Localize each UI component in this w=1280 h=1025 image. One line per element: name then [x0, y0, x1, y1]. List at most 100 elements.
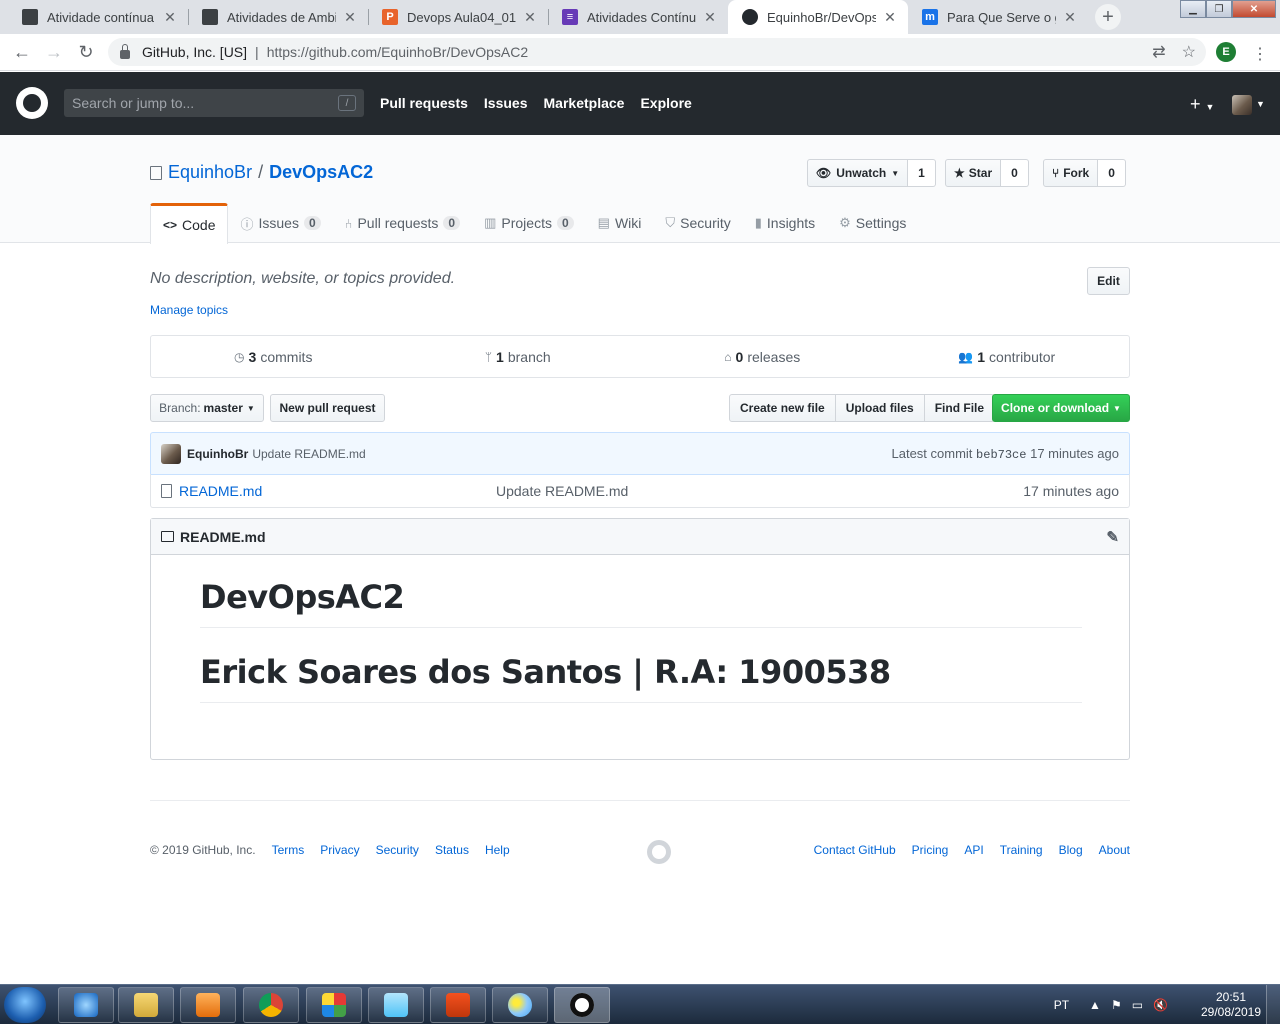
language-indicator[interactable]: PT: [1054, 998, 1069, 1012]
volume-muted-icon[interactable]: 🔇: [1153, 998, 1178, 1012]
footer-link-security[interactable]: Security: [376, 843, 419, 857]
close-icon[interactable]: ✕: [882, 9, 898, 26]
stargazers-count[interactable]: 0: [1001, 159, 1029, 187]
address-bar[interactable]: GitHub, Inc. [US] | https://github.com/E…: [108, 38, 1206, 66]
taskbar-chrome[interactable]: [243, 987, 299, 1023]
search-input[interactable]: Search or jump to... /: [64, 89, 364, 117]
maximize-button[interactable]: ❐: [1206, 0, 1232, 18]
taskbar-github-desktop[interactable]: [554, 987, 610, 1023]
commit-message-link[interactable]: Update README.md: [252, 447, 365, 461]
forward-button[interactable]: →: [42, 40, 66, 64]
bookmark-star-icon[interactable]: ☆: [1182, 42, 1196, 62]
taskbar-notes[interactable]: [368, 987, 424, 1023]
commit-author-link[interactable]: EquinhoBr: [187, 447, 248, 461]
start-button[interactable]: [4, 987, 46, 1023]
create-new-file-button[interactable]: Create new file: [729, 394, 836, 422]
close-icon[interactable]: ✕: [162, 9, 178, 26]
github-logo-icon[interactable]: [16, 87, 48, 119]
branches-link[interactable]: ᛘ 1 branch: [396, 336, 641, 377]
tab-wiki[interactable]: ▤ Wiki: [586, 203, 654, 243]
tab-issues[interactable]: ⓘ Issues 0: [228, 203, 332, 243]
browser-tab-3[interactable]: P Devops Aula04_01.pp ✕: [368, 0, 548, 34]
chevron-up-icon[interactable]: ▲: [1089, 998, 1111, 1012]
browser-tab-6[interactable]: m Para Que Serve o git f ✕: [908, 0, 1088, 34]
edit-button[interactable]: Edit: [1087, 267, 1130, 295]
tab-settings[interactable]: ⚙ Settings: [827, 203, 918, 243]
footer-link-about[interactable]: About: [1099, 843, 1130, 857]
nav-issues[interactable]: Issues: [484, 95, 528, 111]
watchers-count[interactable]: 1: [908, 159, 936, 187]
new-tab-button[interactable]: +: [1095, 4, 1121, 30]
tab-projects[interactable]: ▥ Projects 0: [472, 203, 586, 243]
taskbar-paint[interactable]: [492, 987, 548, 1023]
unwatch-button[interactable]: 👁 Unwatch ▼: [807, 159, 909, 187]
releases-link[interactable]: ⌂ 0 releases: [640, 336, 885, 377]
taskbar-ie[interactable]: [58, 987, 114, 1023]
new-pull-request-button[interactable]: New pull request: [270, 394, 385, 422]
reload-button[interactable]: ↻: [74, 40, 98, 64]
tab-pull-requests[interactable]: ⑃ Pull requests 0: [333, 203, 472, 243]
close-icon[interactable]: ✕: [522, 9, 538, 26]
clone-or-download-button[interactable]: Clone or download ▼: [992, 394, 1130, 422]
fork-button[interactable]: ⑂ Fork: [1043, 159, 1099, 187]
repo-owner-link[interactable]: EquinhoBr: [168, 162, 252, 183]
repo-header: EquinhoBr / DevOpsAC2 👁 Unwatch ▼ 1 ★ Star …: [0, 135, 1280, 244]
create-new-dropdown[interactable]: + ▼: [1190, 94, 1214, 115]
taskbar-media-player[interactable]: [180, 987, 236, 1023]
footer-link-api[interactable]: API: [964, 843, 983, 857]
branch-select-button[interactable]: Branch: master ▼: [150, 394, 264, 422]
close-icon[interactable]: ✕: [342, 9, 358, 26]
browser-menu-icon[interactable]: ⋮: [1252, 44, 1268, 64]
nav-marketplace[interactable]: Marketplace: [544, 95, 625, 111]
close-icon[interactable]: ✕: [702, 9, 718, 26]
commits-link[interactable]: ◷ 3 commits: [151, 336, 396, 377]
nav-pull-requests[interactable]: Pull requests: [380, 95, 468, 111]
profile-avatar[interactable]: E: [1216, 42, 1236, 62]
forks-count[interactable]: 0: [1098, 159, 1126, 187]
taskbar-explorer[interactable]: [118, 987, 174, 1023]
taskbar-powerpoint[interactable]: [430, 987, 486, 1023]
footer-link-blog[interactable]: Blog: [1059, 843, 1083, 857]
branch-icon: ᛘ: [484, 349, 493, 364]
star-button[interactable]: ★ Star: [945, 159, 1002, 187]
minimize-button[interactable]: ▁: [1180, 0, 1206, 18]
browser-tab-5-active[interactable]: EquinhoBr/DevOpsAC ✕: [728, 0, 908, 34]
footer-link-contact[interactable]: Contact GitHub: [814, 843, 896, 857]
close-window-button[interactable]: ✕: [1232, 0, 1276, 18]
taskbar-app[interactable]: [306, 987, 362, 1023]
footer-link-pricing[interactable]: Pricing: [912, 843, 949, 857]
tab-security[interactable]: ⛉ Security: [653, 203, 742, 243]
clock[interactable]: 20:51 29/08/2019: [1196, 990, 1266, 1020]
footer-link-privacy[interactable]: Privacy: [320, 843, 359, 857]
flag-icon[interactable]: ⚑: [1111, 998, 1132, 1012]
browser-tab-2[interactable]: Atividades de Ambien ✕: [188, 0, 368, 34]
footer-link-status[interactable]: Status: [435, 843, 469, 857]
back-button[interactable]: ←: [10, 40, 34, 64]
file-name-link[interactable]: README.md: [179, 483, 262, 499]
github-mark-icon[interactable]: [647, 840, 671, 864]
tab-insights[interactable]: ▮ Insights: [743, 203, 827, 243]
show-desktop-button[interactable]: [1266, 985, 1280, 1025]
tab-code[interactable]: <> Code: [150, 203, 229, 244]
avatar[interactable]: [1232, 95, 1252, 115]
repo-name-link[interactable]: DevOpsAC2: [269, 162, 373, 183]
footer-link-terms[interactable]: Terms: [272, 843, 305, 857]
file-commit-message-link[interactable]: Update README.md: [496, 483, 628, 499]
manage-topics-link[interactable]: Manage topics: [150, 303, 228, 317]
find-file-button[interactable]: Find File: [923, 394, 996, 422]
footer-link-help[interactable]: Help: [485, 843, 510, 857]
close-icon[interactable]: ✕: [1062, 9, 1078, 26]
footer-link-training[interactable]: Training: [1000, 843, 1043, 857]
commit-sha-link[interactable]: beb73ce: [976, 448, 1026, 462]
browser-tab-4[interactable]: ≡ Atividades Contínuas ✕: [548, 0, 728, 34]
network-icon[interactable]: ▭: [1132, 998, 1153, 1012]
contributors-link[interactable]: 👥 1 contributor: [885, 336, 1130, 377]
avatar[interactable]: [161, 443, 181, 464]
nav-explore[interactable]: Explore: [640, 95, 691, 111]
upload-files-button[interactable]: Upload files: [834, 394, 925, 422]
pencil-icon[interactable]: ✎: [1106, 528, 1119, 546]
app-icon: [322, 993, 346, 1017]
browser-tab-1[interactable]: Atividade contínua 02 ✕: [8, 0, 188, 34]
tab-title: Atividades Contínuas: [587, 9, 696, 25]
translate-icon[interactable]: ⇄: [1152, 42, 1165, 62]
